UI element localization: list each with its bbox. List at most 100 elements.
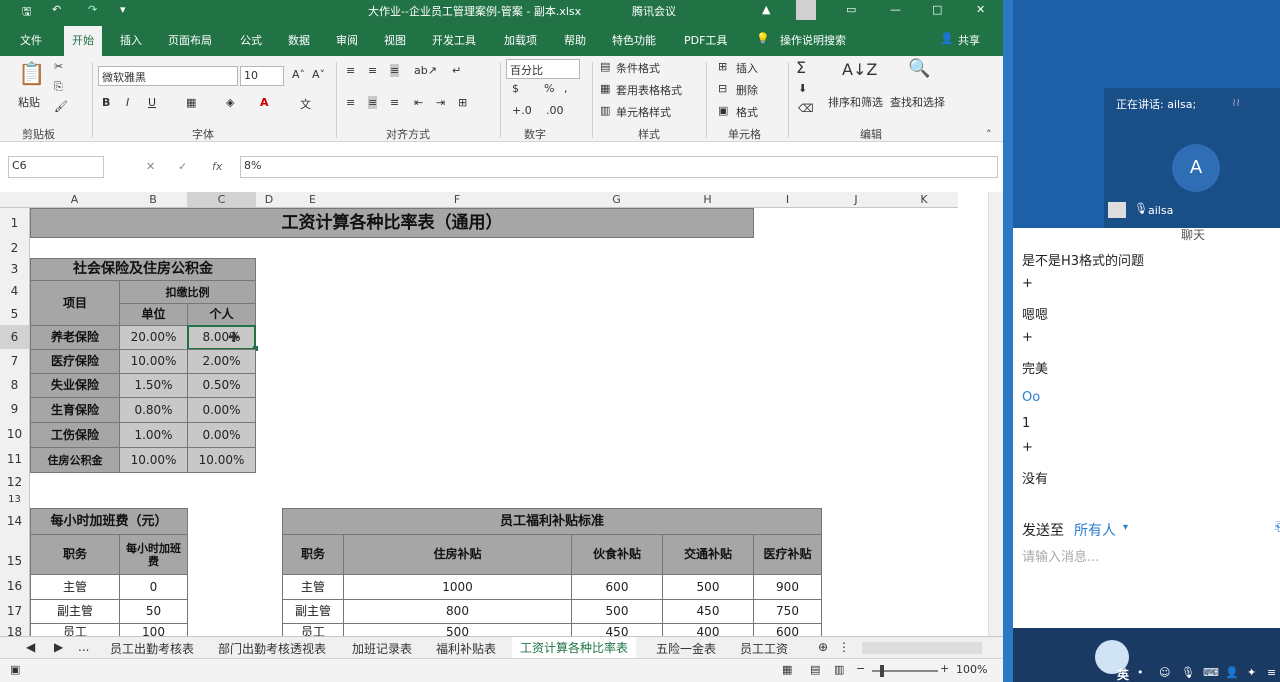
font-size-select[interactable]: 10 (240, 66, 284, 86)
row-header[interactable]: 11 (0, 447, 30, 472)
comma-icon[interactable]: , (564, 82, 568, 95)
tab-data[interactable]: 数据 (288, 32, 310, 48)
sheet-tab-more[interactable]: ... (78, 640, 89, 654)
microphone-icon[interactable]: 🎙 (1181, 666, 1195, 679)
chevron-down-icon[interactable]: ▾ (1123, 522, 1128, 533)
wrap-text-icon[interactable]: ↵ (452, 64, 461, 77)
column-header[interactable]: F (343, 192, 571, 208)
border-icon[interactable]: ▦ (186, 96, 196, 109)
keyboard-icon[interactable]: ⌨ (1203, 666, 1219, 679)
avatar[interactable] (796, 0, 816, 20)
insurance-personal-rate[interactable]: 0.00% (187, 422, 256, 448)
menu-icon[interactable]: ≡ (1267, 666, 1276, 679)
sheet-tab[interactable]: 部门出勤考核透视表 (218, 640, 326, 657)
tab-special[interactable]: 特色功能 (612, 32, 656, 48)
redo-icon[interactable]: ↷ (88, 3, 97, 16)
benefits-header[interactable]: 住房补贴 (343, 534, 572, 575)
lightbulb-icon[interactable]: 💡 (756, 32, 770, 45)
tab-page-layout[interactable]: 页面布局 (168, 32, 212, 48)
tab-insert[interactable]: 插入 (120, 32, 142, 48)
benefits-header[interactable]: 伙食补贴 (571, 534, 663, 575)
align-bottom-icon[interactable]: ≡ (390, 64, 400, 77)
benefits-cell[interactable]: 750 (753, 599, 822, 624)
tab-addins[interactable]: 加载项 (504, 32, 537, 48)
select-all-corner[interactable] (0, 192, 30, 208)
row-header[interactable]: 1 (0, 208, 30, 238)
chat-input[interactable]: 请输入消息... (1022, 546, 1099, 565)
align-middle-icon[interactable]: ≡ (368, 64, 377, 77)
tab-pdf[interactable]: PDF工具 (684, 32, 727, 48)
benefits-cell[interactable]: 1000 (343, 574, 572, 600)
vertical-scrollbar[interactable] (988, 192, 1003, 636)
benefits-cell[interactable]: 副主管 (282, 599, 344, 624)
enter-icon[interactable]: ✓ (178, 160, 187, 173)
column-header[interactable]: B (119, 192, 187, 208)
cancel-icon[interactable]: ✕ (146, 160, 155, 173)
paste-icon[interactable]: 📋 (18, 62, 45, 87)
insurance-personal-rate[interactable]: 10.00% (187, 447, 256, 473)
indent-increase-icon[interactable]: ⇥ (436, 96, 445, 109)
benefits-header[interactable]: 交通补贴 (662, 534, 754, 575)
sheet-tab[interactable]: 加班记录表 (352, 640, 412, 657)
insert-icon[interactable]: ⊞ (718, 60, 727, 73)
merge-center-icon[interactable]: ⊞ (458, 96, 467, 109)
overtime-position-header[interactable]: 职务 (30, 534, 120, 575)
cell-style-button[interactable]: 单元格样式 (616, 104, 671, 120)
zoom-in-icon[interactable]: + (940, 662, 949, 675)
chat-reaction[interactable]: + (1022, 276, 1033, 291)
insurance-item-header[interactable]: 项目 (30, 280, 120, 326)
row-header[interactable]: 7 (0, 349, 30, 373)
recipient-select[interactable]: 所有人 (1074, 520, 1116, 540)
row-header[interactable]: 6 (0, 325, 30, 349)
tell-me-search[interactable]: 操作说明搜索 (780, 32, 846, 48)
column-header[interactable]: D (256, 192, 282, 208)
insurance-unit-rate[interactable]: 10.00% (119, 349, 188, 374)
benefits-title[interactable]: 员工福利补贴标准 (282, 508, 822, 535)
fill-icon[interactable]: ⬇ (798, 82, 807, 95)
add-sheet-icon[interactable]: ⊕ (818, 640, 828, 654)
file-icon[interactable]: ⎗ (1275, 520, 1280, 535)
row-header[interactable]: 14 (0, 508, 30, 534)
benefits-cell[interactable]: 主管 (282, 574, 344, 600)
column-header[interactable]: I (753, 192, 822, 208)
horizontal-scrollbar[interactable] (862, 642, 982, 654)
percent-button[interactable]: % (544, 82, 554, 95)
undo-icon[interactable]: ↶ (52, 3, 61, 16)
minimize-button[interactable]: — (890, 3, 901, 16)
underline-icon[interactable]: U (148, 96, 156, 109)
paste-button[interactable]: 粘贴 (18, 94, 40, 110)
macro-record-icon[interactable]: ▣ (10, 663, 20, 676)
ribbon-display-icon[interactable]: ▭ (846, 3, 856, 16)
insurance-personal-rate-selected[interactable]: 8.00% (187, 325, 256, 350)
row-header[interactable]: 16 (0, 574, 30, 599)
chat-reaction[interactable]: + (1022, 440, 1033, 455)
normal-view-icon[interactable]: ▦ (782, 663, 792, 676)
format-icon[interactable]: ▣ (718, 104, 728, 117)
speaker-avatar[interactable]: A (1172, 144, 1220, 192)
delete-icon[interactable]: ⊟ (718, 82, 727, 95)
benefits-cell[interactable]: 500 (662, 574, 754, 600)
column-header[interactable]: G (571, 192, 662, 208)
column-header[interactable]: E (282, 192, 343, 208)
sort-filter-icon[interactable]: A↓Z (842, 60, 877, 79)
row-header[interactable]: 3 (0, 258, 30, 280)
insurance-unit-header[interactable]: 单位 (119, 303, 188, 326)
font-color-icon[interactable]: A (260, 96, 269, 109)
row-header[interactable]: 13 (0, 492, 30, 508)
decrease-decimal-icon[interactable]: .00 (546, 104, 564, 117)
tab-scroll-left-icon[interactable]: ◀ (26, 640, 35, 654)
benefits-header[interactable]: 医疗补贴 (753, 534, 822, 575)
insurance-ratio-header[interactable]: 扣缴比例 (119, 280, 256, 304)
font-name-select[interactable]: 微软雅黑 (98, 66, 238, 86)
insurance-personal-rate[interactable]: 2.00% (187, 349, 256, 374)
column-header[interactable]: H (662, 192, 753, 208)
insurance-unit-rate[interactable]: 1.50% (119, 373, 188, 398)
insurance-name[interactable]: 医疗保险 (30, 349, 120, 374)
zoom-level[interactable]: 100% (956, 663, 987, 676)
benefits-cell[interactable]: 900 (753, 574, 822, 600)
increase-decimal-icon[interactable]: +.0 (512, 104, 532, 117)
orientation-icon[interactable]: ab↗ (414, 64, 437, 77)
fill-color-icon[interactable]: ◈ (226, 96, 234, 109)
sheet-tab[interactable]: 五险一金表 (656, 640, 716, 657)
insurance-personal-rate[interactable]: 0.50% (187, 373, 256, 398)
